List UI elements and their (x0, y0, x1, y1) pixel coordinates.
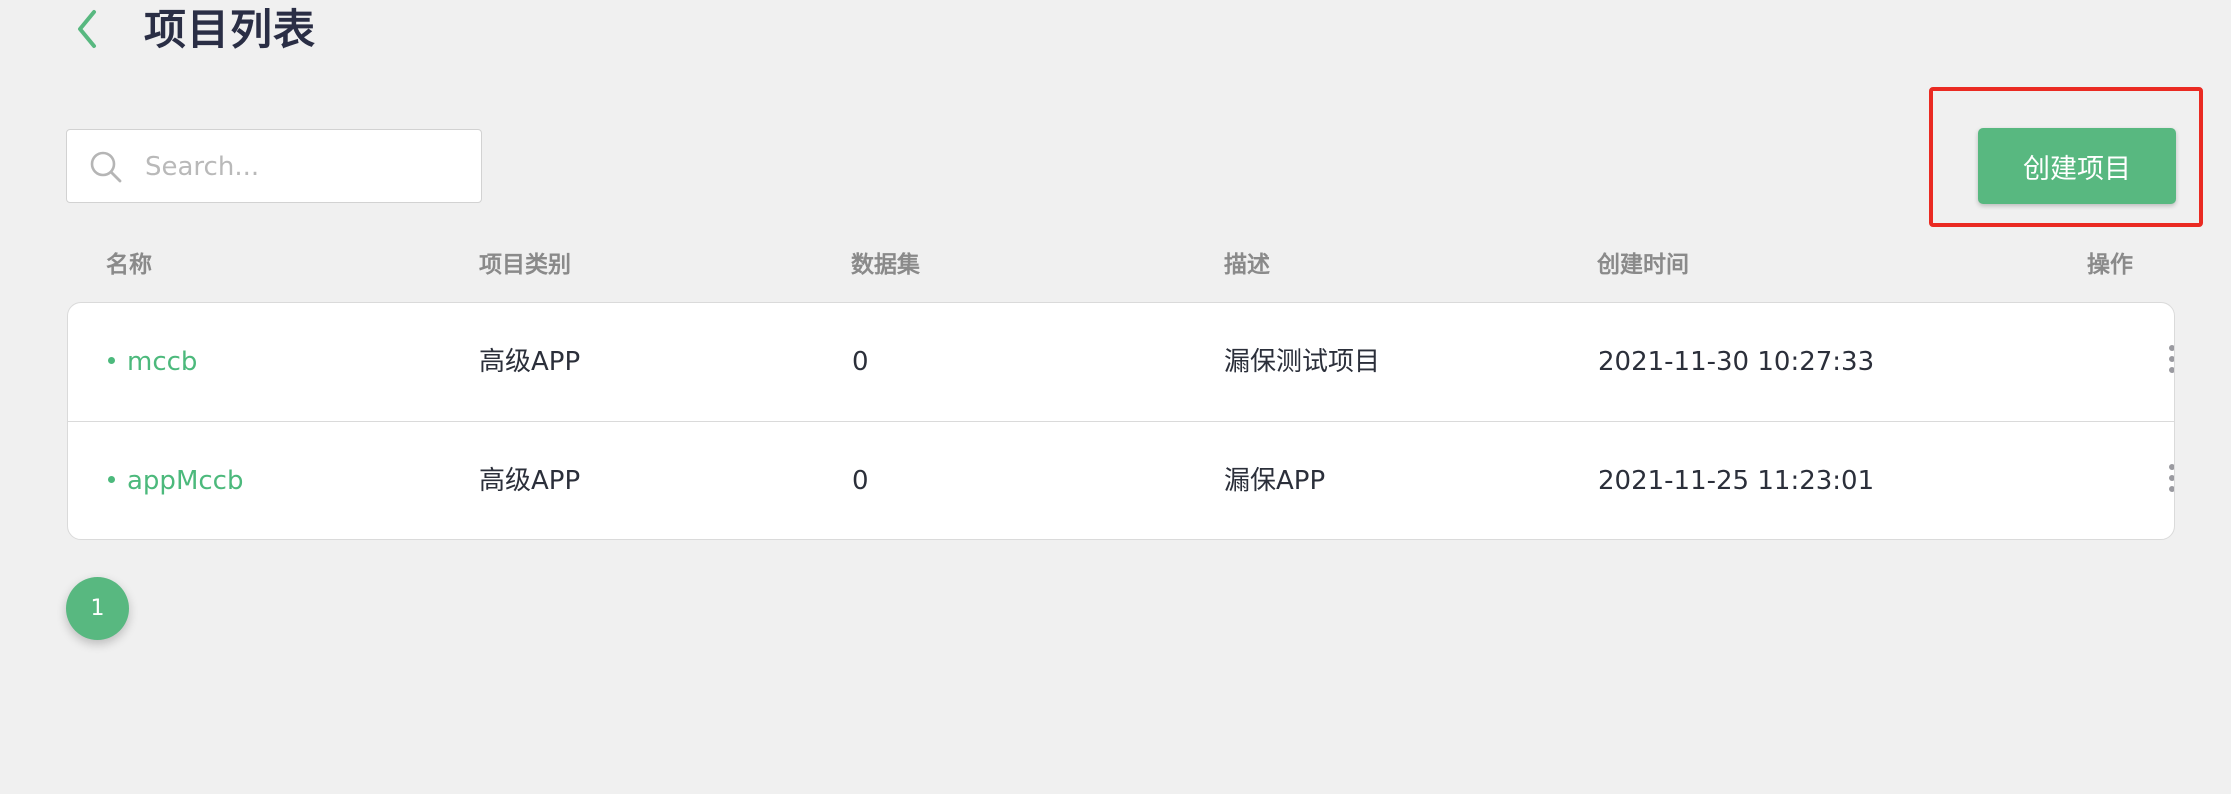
project-description: 漏保测试项目 (1224, 347, 1381, 377)
project-datasets: 0 (852, 466, 869, 496)
status-dot (108, 476, 115, 483)
column-header-actions: 操作 (2087, 252, 2133, 278)
column-header-datasets: 数据集 (851, 252, 920, 278)
column-header-category: 项目类别 (479, 252, 571, 278)
project-created-at: 2021-11-30 10:27:33 (1598, 347, 1875, 377)
more-vertical-icon[interactable] (2165, 464, 2174, 500)
project-name-link[interactable]: mccb (108, 303, 197, 421)
back-button[interactable] (68, 4, 108, 54)
project-table: mccb 高级APP 0 漏保测试项目 2021-11-30 10:27:33 … (67, 302, 2175, 540)
search-box[interactable] (66, 129, 482, 203)
search-icon (90, 151, 122, 183)
project-created-at: 2021-11-25 11:23:01 (1598, 466, 1875, 496)
table-row[interactable]: appMccb 高级APP 0 漏保APP 2021-11-25 11:23:0… (68, 422, 2174, 539)
column-header-description: 描述 (1224, 252, 1270, 278)
table-row[interactable]: mccb 高级APP 0 漏保测试项目 2021-11-30 10:27:33 (68, 303, 2174, 422)
project-category: 高级APP (479, 466, 581, 496)
project-description: 漏保APP (1224, 466, 1326, 496)
chevron-left-icon (78, 10, 96, 48)
create-project-label: 创建项目 (2023, 153, 2131, 185)
column-header-name: 名称 (106, 252, 152, 278)
project-datasets: 0 (852, 347, 869, 377)
project-category: 高级APP (479, 347, 581, 377)
page-number: 1 (90, 596, 105, 621)
search-input[interactable] (143, 144, 467, 190)
project-name: appMccb (127, 466, 244, 496)
page-title: 项目列表 (144, 5, 317, 54)
create-project-button[interactable]: 创建项目 (1978, 128, 2176, 204)
project-name: mccb (127, 347, 198, 377)
more-vertical-icon[interactable] (2165, 345, 2174, 381)
project-name-link[interactable]: appMccb (108, 422, 244, 539)
status-dot (108, 357, 115, 364)
column-header-created-at: 创建时间 (1597, 252, 1689, 278)
table-header: 名称 项目类别 数据集 描述 创建时间 操作 (0, 248, 2231, 284)
pagination-page-button[interactable]: 1 (66, 577, 129, 640)
